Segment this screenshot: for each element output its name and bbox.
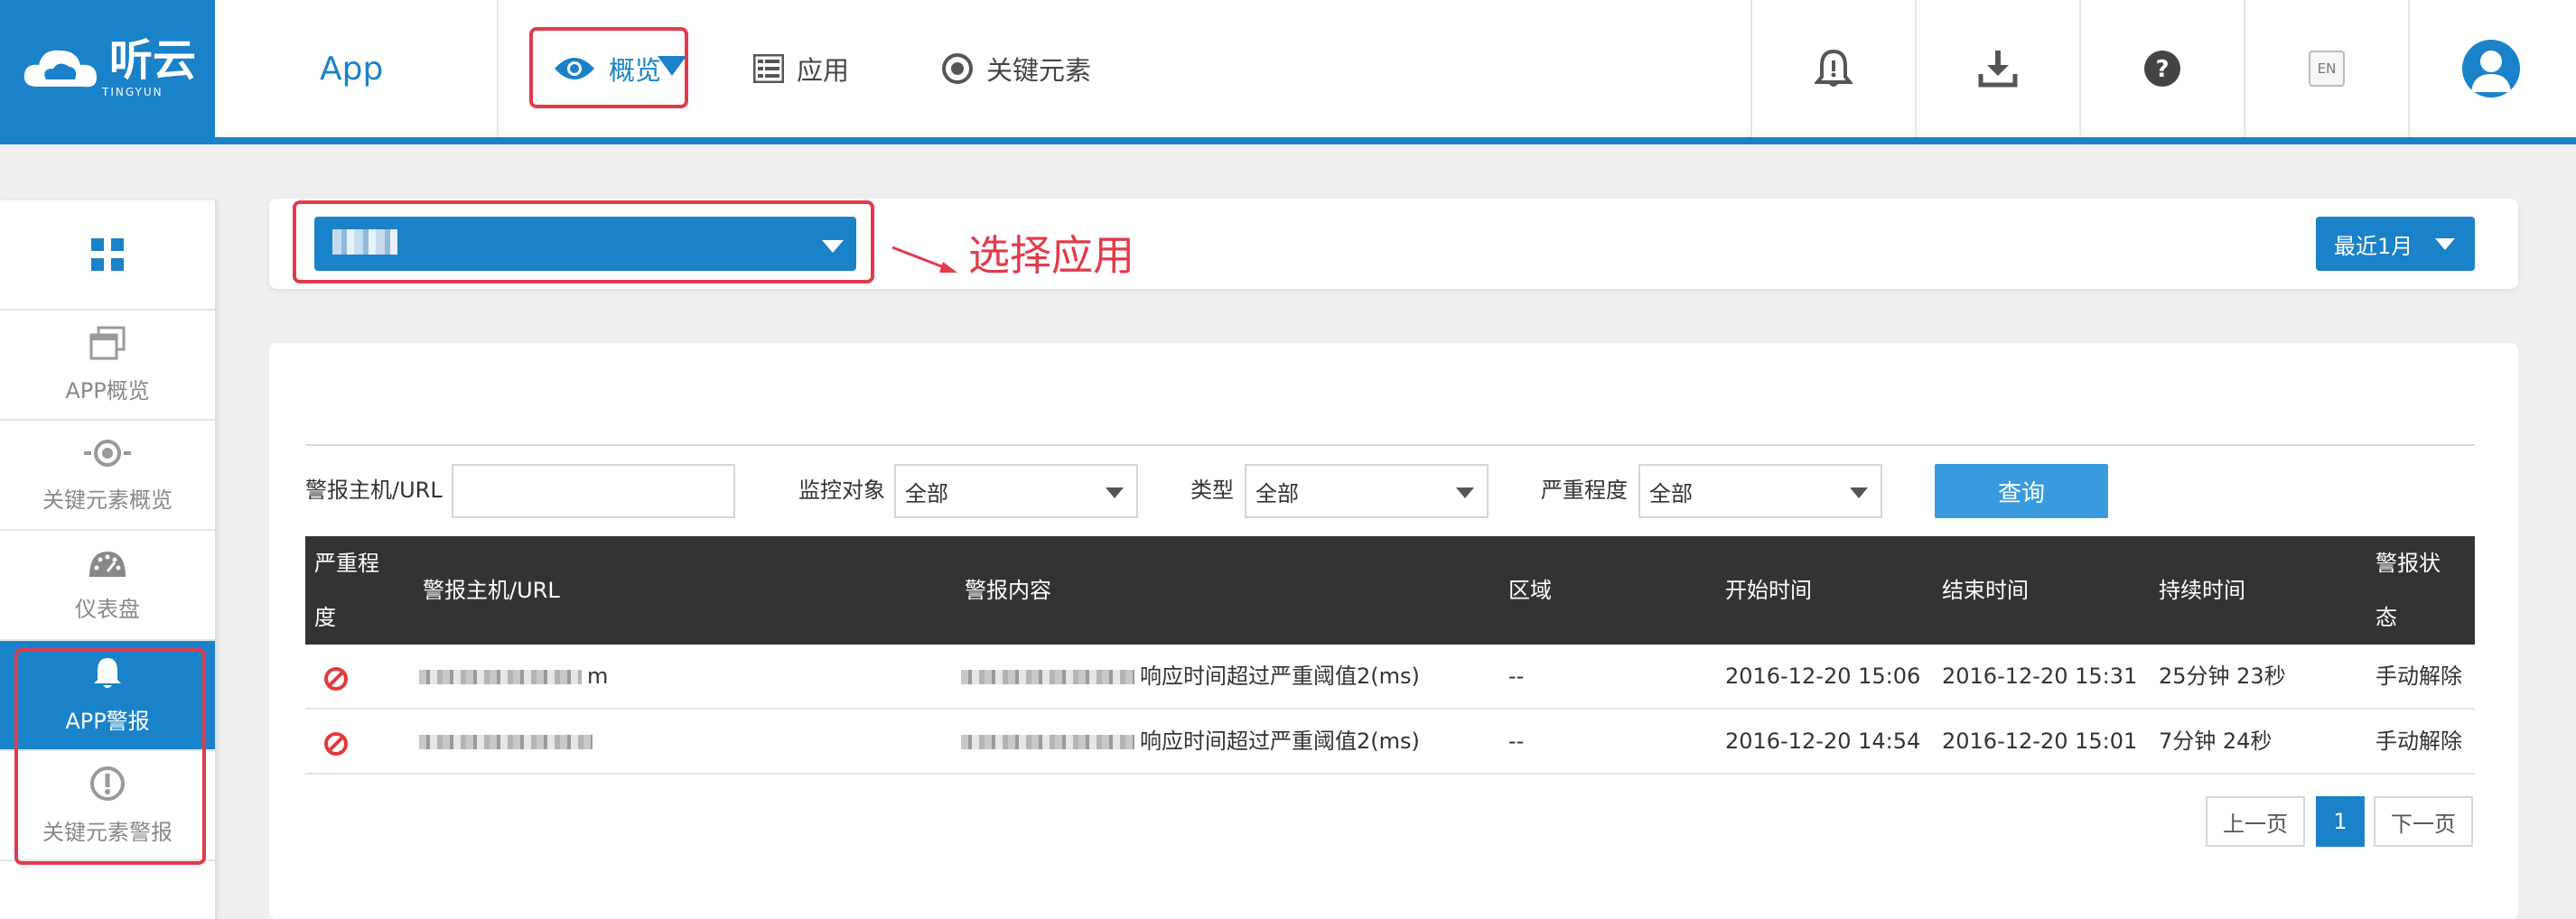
sidebar-item-app-overview[interactable]: APP概览 (0, 311, 215, 421)
alert-start-cell: 2016-12-20 15:06 (1725, 664, 1921, 689)
severity-filter-value: 全部 (1649, 480, 1693, 506)
type-filter-select[interactable]: 全部 (1245, 464, 1489, 518)
sidebar-item-label: APP概览 (65, 377, 150, 404)
annotation-arrow-icon (891, 246, 957, 273)
alert-content-text: 响应时间超过严重阈值2(ms) (1140, 664, 1420, 689)
table-row[interactable]: 响应时间超过严重阈值2(ms) -- 2016-12-20 14:54 2016… (305, 710, 2475, 775)
alert-host-suffix: m (587, 664, 609, 689)
nav-key-elements-label: 关键元素 (986, 55, 1092, 86)
alert-host-cell[interactable] (419, 710, 598, 773)
svg-text:?: ? (2155, 56, 2169, 83)
sidebar-item-home[interactable] (0, 200, 215, 311)
user-icon (2462, 40, 2520, 97)
top-bar: 听云 TINGYUN App 概览 应用 关键元素 ? EN (0, 0, 2576, 137)
col-status-line2: 态 (2375, 605, 2397, 630)
sidebar-item-label: 关键元素概览 (42, 487, 173, 513)
cloud-icon (23, 50, 97, 88)
severity-critical-icon (323, 645, 349, 708)
alert-region-cell: -- (1508, 664, 1525, 689)
download-icon (1978, 51, 2018, 88)
brand-logo[interactable]: 听云 TINGYUN (0, 0, 215, 137)
caret-down-icon (1106, 487, 1124, 498)
col-start-time: 开始时间 (1725, 578, 1812, 603)
col-severity-line1: 严重程 (314, 551, 379, 576)
download-button[interactable] (1915, 0, 2079, 137)
sidebar-item-key-overview[interactable]: 关键元素概览 (0, 421, 215, 531)
gauge-icon (88, 548, 127, 584)
page-number-button[interactable]: 1 (2316, 796, 2365, 847)
col-status-line1: 警报状 (2375, 551, 2441, 576)
nav-apps-label: 应用 (797, 55, 850, 86)
alert-content-text: 响应时间超过严重阈值2(ms) (1140, 729, 1420, 754)
monitor-filter-label: 监控对象 (798, 478, 885, 503)
table-header: 严重程 度 警报主机/URL 警报内容 区域 开始时间 结束时间 持续时间 警报… (305, 536, 2475, 645)
next-page-button[interactable]: 下一页 (2374, 796, 2473, 847)
alert-end-cell: 2016-12-20 15:01 (1942, 729, 2138, 754)
alert-status-cell: 手动解除 (2375, 664, 2462, 689)
top-bar-accent-line (0, 137, 2576, 144)
redacted-content (961, 670, 1134, 684)
help-icon: ? (2144, 51, 2180, 87)
col-duration: 持续时间 (2159, 578, 2245, 603)
severity-filter-label: 严重程度 (1541, 478, 1628, 503)
grid-icon (91, 238, 124, 271)
host-filter-input[interactable] (452, 464, 735, 518)
query-button[interactable]: 查询 (1935, 464, 2108, 518)
redacted-content (961, 735, 1134, 749)
target-icon (941, 52, 974, 85)
nav-key-elements[interactable]: 关键元素 (941, 0, 1091, 137)
alert-host-cell[interactable]: m (419, 645, 608, 708)
col-content: 警报内容 (965, 578, 1051, 603)
alert-tool-button[interactable] (1750, 0, 1915, 137)
list-icon (753, 54, 784, 83)
sidebar-item-label: 仪表盘 (75, 596, 140, 622)
monitor-filter-select[interactable]: 全部 (894, 464, 1138, 518)
windows-icon (89, 326, 126, 366)
alert-duration-cell: 7分钟 24秒 (2159, 729, 2273, 754)
redacted-host (419, 735, 593, 749)
language-button[interactable]: EN (2244, 0, 2408, 137)
help-button[interactable]: ? (2079, 0, 2244, 137)
col-host: 警报主机/URL (423, 578, 560, 603)
alert-status-cell: 手动解除 (2375, 729, 2462, 754)
nav-apps[interactable]: 应用 (753, 0, 849, 137)
caret-down-icon (2435, 238, 2455, 250)
user-menu-button[interactable] (2408, 0, 2572, 137)
language-badge: EN (2309, 51, 2345, 87)
time-range-label: 最近1月 (2334, 233, 2413, 259)
time-range-dropdown[interactable]: 最近1月 (2316, 217, 2475, 271)
monitor-filter-value: 全部 (905, 480, 948, 506)
divider (305, 444, 2475, 446)
redacted-host (419, 670, 582, 684)
bell-icon (1815, 49, 1853, 87)
alert-duration-cell: 25分钟 23秒 (2159, 664, 2286, 689)
col-region: 区域 (1508, 578, 1552, 603)
alert-region-cell: -- (1508, 729, 1525, 754)
severity-filter-select[interactable]: 全部 (1638, 464, 1882, 518)
highlight-box-sidebar (14, 648, 206, 865)
caret-down-icon (1456, 487, 1474, 498)
col-end-time: 结束时间 (1942, 578, 2029, 603)
logo-subtitle: TINGYUN (101, 86, 163, 98)
host-filter-label: 警报主机/URL (305, 478, 443, 503)
alert-start-cell: 2016-12-20 14:54 (1725, 729, 1921, 754)
prev-page-button[interactable]: 上一页 (2206, 796, 2305, 847)
app-type-label: App (320, 50, 384, 88)
alert-content-cell: 响应时间超过严重阈值2(ms) (961, 645, 1420, 708)
type-filter-label: 类型 (1190, 478, 1234, 503)
logo-text: 听云 (108, 35, 196, 86)
app-type-selector[interactable]: App (215, 0, 686, 137)
severity-critical-icon (323, 710, 349, 773)
target-icon (84, 437, 131, 475)
sidebar-item-dashboard[interactable]: 仪表盘 (0, 531, 215, 641)
highlight-box-nav (529, 27, 688, 108)
table-row[interactable]: m 响应时间超过严重阈值2(ms) -- 2016-12-20 15:06 20… (305, 645, 2475, 710)
alert-end-cell: 2016-12-20 15:31 (1942, 664, 2138, 689)
highlight-box-app-dropdown (293, 200, 874, 283)
alert-content-cell: 响应时间超过严重阈值2(ms) (961, 710, 1420, 773)
annotation-text: 选择应用 (968, 231, 1134, 280)
type-filter-value: 全部 (1255, 480, 1299, 506)
col-severity-line2: 度 (314, 605, 336, 630)
caret-down-icon (1850, 487, 1868, 498)
